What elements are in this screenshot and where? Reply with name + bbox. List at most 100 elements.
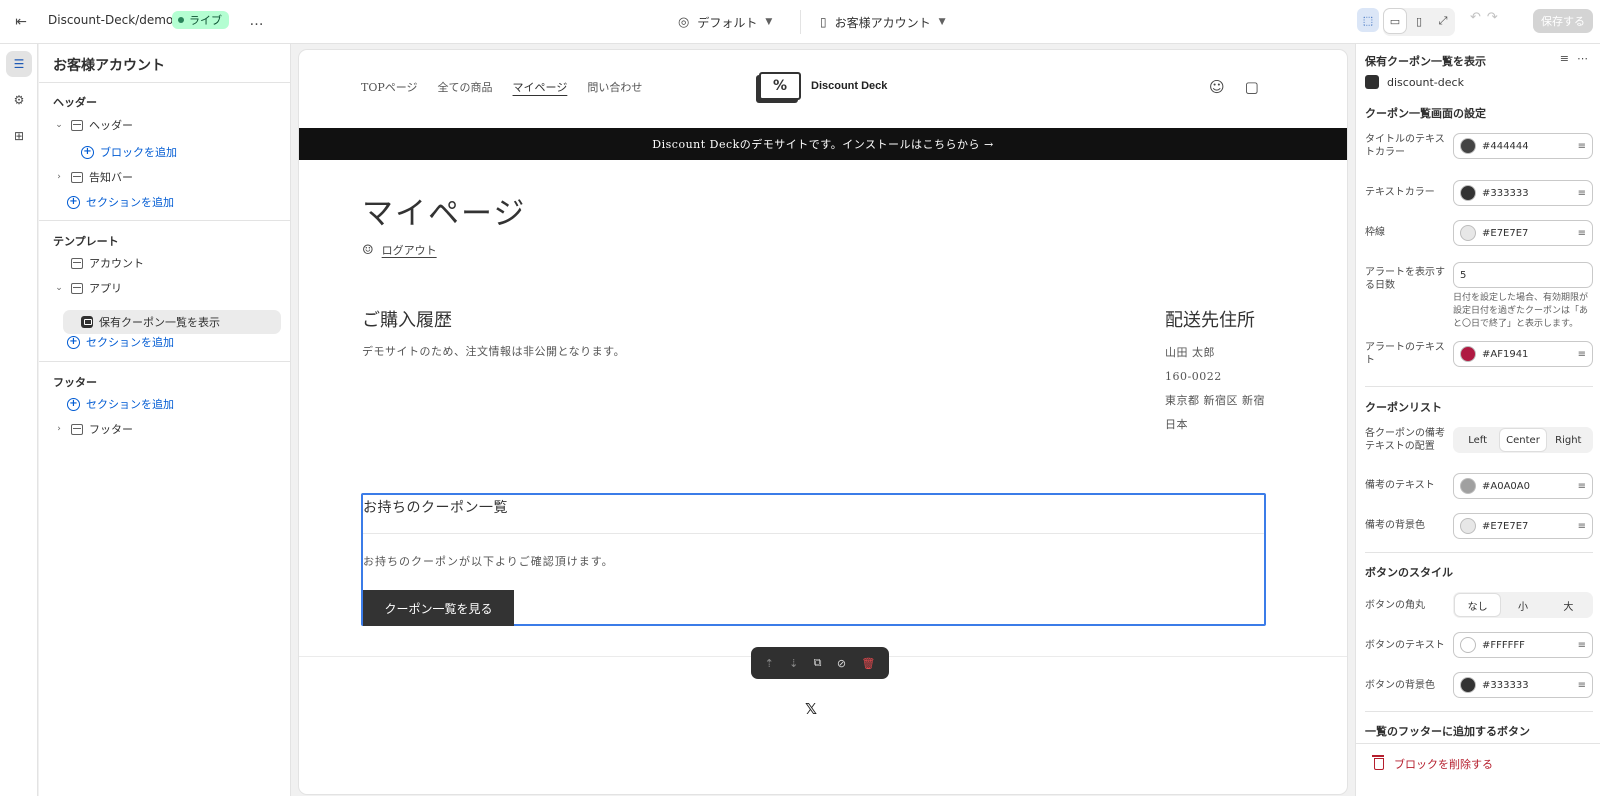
coupon-block-selected[interactable]: お持ちのクーポン一覧 お持ちのクーポンが以下よりご確認頂けます。 クーポン一覧を… — [361, 493, 1266, 626]
radius-small-option[interactable]: 小 — [1500, 594, 1545, 616]
database-icon[interactable]: ≡ — [1578, 640, 1586, 651]
align-left-option[interactable]: Left — [1455, 429, 1500, 451]
hide-icon[interactable]: ⊘ — [837, 657, 846, 670]
alert-days-input[interactable]: 5 — [1453, 262, 1593, 288]
database-icon[interactable]: ≡ — [1560, 52, 1569, 65]
color-swatch[interactable] — [1460, 185, 1476, 201]
chevron-down-icon[interactable]: ⌄ — [53, 283, 65, 293]
tree-item-label: フッター — [89, 423, 133, 436]
announcement-bar[interactable]: Discount Deckのデモサイトです。インストールはこちらから → — [299, 128, 1347, 160]
database-icon[interactable]: ≡ — [1578, 521, 1586, 532]
database-icon[interactable]: ≡ — [1578, 680, 1586, 691]
gear-icon[interactable]: ⚙ — [6, 87, 32, 113]
trash-icon[interactable]: 🗑 — [861, 657, 875, 670]
add-section-button[interactable]: + セクションを追加 — [67, 393, 174, 415]
database-icon[interactable]: ≡ — [1578, 481, 1586, 492]
store-nav: TOPページ 全ての商品 マイページ 問い合わせ — [361, 79, 642, 95]
radius-large-option[interactable]: 大 — [1546, 594, 1591, 616]
tree-item-label: アカウント — [89, 257, 144, 270]
add-block-button[interactable]: + ブロックを追加 — [81, 141, 177, 163]
logout-link[interactable]: ☺ ログアウト — [362, 242, 437, 258]
exit-icon[interactable]: ⇤ — [10, 11, 32, 33]
undo-icon[interactable]: ↶ — [1470, 10, 1481, 25]
section-heading: ボタンのスタイル — [1365, 566, 1453, 579]
fullscreen-icon[interactable]: ⤢ — [1432, 9, 1454, 33]
radius-none-option[interactable]: なし — [1455, 594, 1501, 616]
color-swatch[interactable] — [1460, 637, 1476, 653]
tree-item-app[interactable]: ⌄ アプリ — [53, 277, 122, 299]
chevron-right-icon[interactable]: › — [53, 172, 65, 182]
theme-selector[interactable]: ◎ デフォルト ▼ — [678, 10, 772, 34]
section-icon — [71, 171, 83, 183]
align-center-option[interactable]: Center — [1500, 429, 1546, 451]
orders-note: デモサイトのため、注文情報は非公開となります。 — [362, 345, 626, 358]
nav-link-mypage[interactable]: マイページ — [513, 79, 568, 95]
database-icon[interactable]: ≡ — [1578, 228, 1586, 239]
account-icon[interactable]: ☺ — [1209, 78, 1225, 96]
alert-text-color-field[interactable]: #AF1941 ≡ — [1453, 341, 1593, 367]
align-right-option[interactable]: Right — [1546, 429, 1591, 451]
more-icon[interactable]: ⋯ — [1577, 52, 1588, 65]
add-section-button[interactable]: + セクションを追加 — [67, 191, 174, 213]
desktop-icon[interactable]: ▭ — [1384, 9, 1406, 33]
add-section-label: セクションを追加 — [86, 196, 174, 209]
chevron-down-icon[interactable]: ⌄ — [53, 120, 65, 130]
button-bg-label: ボタンの背景色 — [1365, 680, 1435, 691]
nav-link-top[interactable]: TOPページ — [361, 79, 418, 95]
color-swatch[interactable] — [1460, 138, 1476, 154]
nav-link-products[interactable]: 全ての商品 — [438, 79, 493, 95]
header-icon — [71, 119, 83, 131]
plus-circle-icon: + — [81, 145, 94, 159]
move-down-icon[interactable]: ⇣ — [789, 657, 798, 670]
page-icon: ▯ — [820, 15, 827, 29]
database-icon[interactable]: ≡ — [1578, 141, 1586, 152]
address-line: 東京都 新宿区 新宿 — [1165, 394, 1265, 407]
color-swatch[interactable] — [1460, 518, 1476, 534]
delete-block-button[interactable]: ブロックを削除する — [1372, 755, 1493, 772]
border-label: 枠線 — [1365, 227, 1385, 238]
inspector-icon[interactable]: ⬚ — [1357, 8, 1379, 32]
divider — [363, 533, 1264, 534]
database-icon[interactable]: ≡ — [1578, 349, 1586, 360]
color-value: #A0A0A0 — [1482, 480, 1530, 492]
top-bar: ⇤ Discount-Deck/demo ライブ … ◎ デフォルト ▼ ▯ お… — [0, 0, 1600, 44]
note-bg-color-field[interactable]: #E7E7E7 ≡ — [1453, 513, 1593, 539]
sections-icon[interactable]: ☰ — [6, 51, 32, 77]
chevron-right-icon[interactable]: › — [53, 424, 65, 434]
button-text-color-field[interactable]: #FFFFFF ≡ — [1453, 632, 1593, 658]
border-color-field[interactable]: #E7E7E7 ≡ — [1453, 220, 1593, 246]
apps-icon[interactable]: ⊞ — [6, 123, 32, 149]
database-icon[interactable]: ≡ — [1578, 188, 1586, 199]
more-actions-button[interactable]: … — [244, 9, 270, 33]
move-up-icon[interactable]: ⇡ — [765, 657, 774, 670]
x-social-icon[interactable]: 𝕏 — [805, 700, 817, 718]
settings-title: 保有クーポン一覧を表示 — [1365, 55, 1486, 68]
view-coupons-button[interactable]: クーポン一覧を見る — [363, 590, 514, 626]
color-swatch[interactable] — [1460, 225, 1476, 241]
group-header-label: ヘッダー — [53, 96, 97, 109]
template-selector[interactable]: ▯ お客様アカウント ▼ — [820, 10, 946, 34]
save-button[interactable]: 保存する — [1533, 9, 1593, 33]
plus-circle-icon: + — [67, 335, 80, 349]
text-color-field[interactable]: #333333 ≡ — [1453, 180, 1593, 206]
add-section-button[interactable]: + セクションを追加 — [67, 331, 174, 353]
note-text-color-field[interactable]: #A0A0A0 ≡ — [1453, 473, 1593, 499]
nav-link-contact[interactable]: 問い合わせ — [587, 79, 642, 95]
button-bg-color-field[interactable]: #333333 ≡ — [1453, 672, 1593, 698]
address-line: 山田 太郎 — [1165, 346, 1215, 359]
tree-item-announcement[interactable]: › 告知バー — [53, 166, 133, 188]
view-tools: ⬚ ▭ ▯ ⤢ — [1357, 8, 1455, 36]
tree-item-header[interactable]: ⌄ ヘッダー — [53, 114, 133, 136]
color-swatch[interactable] — [1460, 478, 1476, 494]
color-swatch[interactable] — [1460, 346, 1476, 362]
store-logo[interactable]: % Discount Deck — [759, 72, 887, 100]
tree-item-app-block[interactable]: 保有クーポン一覧を表示 — [81, 311, 220, 333]
tree-item-footer[interactable]: › フッター — [53, 418, 133, 440]
duplicate-icon[interactable]: ⧉ — [814, 656, 822, 670]
cart-icon[interactable]: ▢ — [1245, 78, 1259, 96]
tree-item-account[interactable]: アカウント — [53, 252, 144, 274]
title-color-field[interactable]: #444444 ≡ — [1453, 133, 1593, 159]
color-swatch[interactable] — [1460, 677, 1476, 693]
redo-icon[interactable]: ↷ — [1487, 10, 1498, 25]
mobile-icon[interactable]: ▯ — [1408, 9, 1430, 33]
